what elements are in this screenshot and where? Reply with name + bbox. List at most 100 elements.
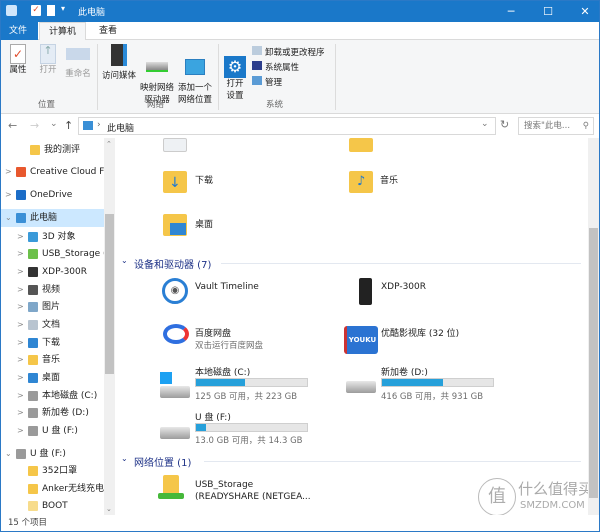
sidebar-item[interactable]: > 图片 bbox=[0, 298, 104, 316]
section-network-header[interactable]: 网络位置 (1) bbox=[134, 454, 191, 469]
expand-chevron-icon[interactable]: > bbox=[17, 263, 24, 281]
scroll-up-icon[interactable]: ⌃ bbox=[106, 140, 112, 148]
content-scrollbar[interactable] bbox=[588, 138, 599, 515]
properties-button[interactable]: ✓ 属性 bbox=[4, 44, 32, 76]
sidebar-item[interactable]: > XDP-300R bbox=[0, 263, 104, 281]
back-button[interactable]: ← bbox=[8, 119, 17, 132]
address-bar[interactable]: › 此电脑 ⌄ bbox=[78, 117, 496, 135]
refresh-button[interactable]: ↻ bbox=[500, 118, 509, 131]
drive-usage-fill bbox=[196, 424, 206, 431]
rename-label: 重命名 bbox=[65, 69, 91, 79]
recent-locations-button[interactable]: ⌄ bbox=[50, 119, 58, 129]
sidebar-item-label: XDP-300R bbox=[42, 267, 88, 277]
collapse-chevron-icon[interactable]: ⌄ bbox=[121, 454, 128, 463]
sidebar-item[interactable]: ⌄ 此电脑 bbox=[0, 209, 104, 227]
sidebar-item-label: USB_Storage (F bbox=[42, 249, 112, 259]
sidebar-item-label: U 盘 (F:) bbox=[30, 449, 66, 459]
collapse-chevron-icon[interactable]: ⌄ bbox=[5, 445, 12, 463]
sidebar-item[interactable]: > 下载 bbox=[0, 334, 104, 352]
sidebar-item-label: Creative Cloud F bbox=[30, 167, 105, 177]
folder-name: 下载 bbox=[195, 176, 214, 186]
breadcrumb-this-pc[interactable]: 此电脑 bbox=[107, 121, 134, 134]
drive-c-icon bbox=[28, 391, 38, 401]
sidebar-item[interactable]: > 文档 bbox=[0, 316, 104, 334]
watermark-subtext: SMZDM.COM bbox=[520, 500, 585, 511]
drive-usage-bar bbox=[381, 378, 494, 387]
folder-icon bbox=[28, 484, 38, 494]
uninstall-program-button[interactable]: 卸载或更改程序 bbox=[252, 46, 325, 61]
sidebar-item[interactable]: Anker无线充电器 bbox=[0, 480, 113, 498]
sidebar-item-label: 新加卷 (D:) bbox=[42, 408, 89, 418]
expand-chevron-icon[interactable]: > bbox=[17, 245, 24, 263]
system-properties-button[interactable]: 系统属性 bbox=[252, 61, 325, 76]
scrollbar-thumb[interactable] bbox=[589, 228, 598, 498]
expand-chevron-icon[interactable]: > bbox=[17, 369, 24, 387]
scrollbar-thumb[interactable] bbox=[105, 214, 114, 374]
expand-chevron-icon[interactable]: > bbox=[17, 316, 24, 334]
sidebar-item[interactable]: > Creative Cloud F bbox=[0, 163, 104, 181]
sidebar-item-label: Anker无线充电器 bbox=[42, 484, 113, 494]
tab-view[interactable]: 查看 bbox=[90, 22, 126, 40]
sidebar-item[interactable]: 我的测评 bbox=[0, 141, 104, 159]
customize-quick-access-icon[interactable]: ▾ bbox=[61, 4, 65, 13]
add-network-location-button[interactable]: 添加一个 网络位置 bbox=[176, 44, 214, 118]
desktop-folder-icon bbox=[163, 214, 187, 236]
rename-button[interactable]: 重命名 bbox=[63, 44, 93, 80]
up-button[interactable]: ↑ bbox=[64, 119, 73, 132]
expand-chevron-icon[interactable]: > bbox=[17, 298, 24, 316]
open-settings-button[interactable]: ⚙ 打开 设置 bbox=[222, 44, 248, 114]
pictures-folder-icon[interactable] bbox=[163, 138, 187, 152]
sidebar-item[interactable]: > 音乐 bbox=[0, 351, 104, 369]
device-name: 百度网盘 bbox=[195, 329, 232, 339]
tab-file[interactable]: 文件 bbox=[0, 22, 38, 40]
minimize-button[interactable]: ─ bbox=[493, 1, 529, 23]
sidebar-item-label: 图片 bbox=[42, 302, 61, 312]
maximize-button[interactable]: ☐ bbox=[530, 1, 566, 23]
forward-button[interactable]: → bbox=[30, 119, 39, 132]
expand-chevron-icon[interactable]: > bbox=[17, 387, 24, 405]
system-properties-icon bbox=[252, 61, 262, 70]
sidebar-item[interactable]: > 桌面 bbox=[0, 369, 104, 387]
sidebar-item[interactable]: 352口罩 bbox=[0, 462, 104, 480]
section-devices-header[interactable]: 设备和驱动器 (7) bbox=[134, 256, 211, 271]
close-button[interactable]: ✕ bbox=[567, 1, 600, 23]
expand-chevron-icon[interactable]: > bbox=[17, 334, 24, 352]
expand-chevron-icon[interactable]: > bbox=[5, 186, 12, 204]
navigation-pane: 我的测评 > Creative Cloud F > OneDrive ⌄ 此电脑 >3D 对象… bbox=[0, 138, 116, 515]
expand-chevron-icon[interactable]: > bbox=[17, 422, 24, 440]
expand-chevron-icon[interactable]: > bbox=[17, 351, 24, 369]
creative-cloud-icon bbox=[16, 167, 26, 177]
documents-folder-icon[interactable] bbox=[349, 138, 373, 152]
sidebar-item[interactable]: > 视频 bbox=[0, 281, 104, 299]
navigation-pane-scrollbar[interactable]: ⌃ ⌄ bbox=[104, 138, 115, 515]
access-media-button[interactable]: 访问媒体 bbox=[100, 44, 138, 82]
properties-quick-icon[interactable]: ✓ bbox=[31, 5, 41, 16]
watermark-text: 什么值得买 bbox=[518, 480, 588, 498]
scroll-down-icon[interactable]: ⌄ bbox=[106, 505, 112, 513]
collapse-chevron-icon[interactable]: ⌄ bbox=[121, 256, 128, 265]
open-button[interactable]: ↑ 打开 bbox=[34, 44, 62, 76]
expand-chevron-icon[interactable]: > bbox=[17, 404, 24, 422]
sidebar-item[interactable]: >3D 对象 bbox=[0, 228, 104, 246]
drive-usage-bar bbox=[195, 378, 308, 387]
sidebar-item[interactable]: BOOT bbox=[0, 497, 104, 515]
sidebar-item[interactable]: > 本地磁盘 (C:) bbox=[0, 387, 104, 405]
sidebar-item[interactable]: > OneDrive bbox=[0, 186, 104, 204]
expand-chevron-icon[interactable]: > bbox=[17, 228, 24, 246]
address-dropdown-button[interactable]: ⌄ bbox=[481, 119, 489, 129]
manage-button[interactable]: 管理 bbox=[252, 76, 325, 91]
sidebar-item[interactable]: ⌄ U 盘 (F:) bbox=[0, 445, 104, 463]
sidebar-item[interactable]: > 新加卷 (D:) bbox=[0, 404, 104, 422]
group-label-system: 系统 bbox=[266, 100, 284, 110]
sidebar-item[interactable]: > U 盘 (F:) bbox=[0, 422, 104, 440]
drive-free-space: 125 GB 可用，共 223 GB bbox=[195, 392, 298, 402]
sidebar-item[interactable]: > USB_Storage (F bbox=[0, 245, 112, 263]
collapse-chevron-icon[interactable]: ⌄ bbox=[5, 209, 12, 227]
tab-computer[interactable]: 计算机 bbox=[39, 22, 87, 40]
new-folder-quick-icon[interactable] bbox=[47, 5, 55, 16]
search-input[interactable]: 搜索"此电... ⚲ bbox=[518, 117, 594, 135]
expand-chevron-icon[interactable]: > bbox=[5, 163, 12, 181]
folder-icon bbox=[30, 145, 40, 155]
computer-icon bbox=[16, 213, 26, 223]
expand-chevron-icon[interactable]: > bbox=[17, 281, 24, 299]
